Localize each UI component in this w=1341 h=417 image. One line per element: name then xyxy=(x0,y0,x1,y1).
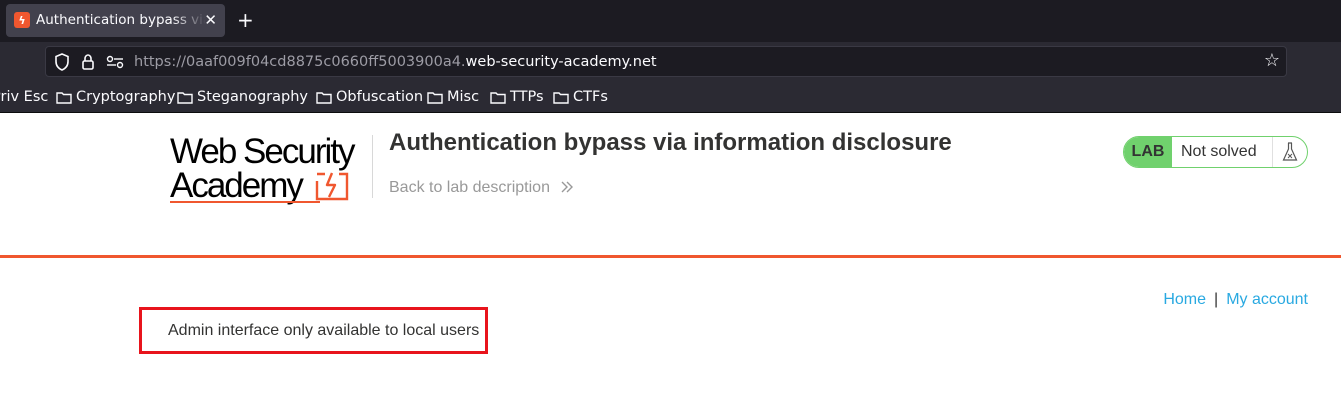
shield-icon[interactable] xyxy=(54,53,70,71)
folder-icon xyxy=(427,91,443,104)
bookmark-label: Cryptography xyxy=(76,89,176,105)
bookmark-label: Priv Esc xyxy=(0,89,49,105)
browser-nav-bar: https://0aaf009f04cd8875c0660ff5003900a4… xyxy=(0,42,1341,82)
my-account-link[interactable]: My account xyxy=(1226,291,1308,308)
lightning-favicon-icon: ϟ xyxy=(14,12,30,28)
lab-title: Authentication bypass via information di… xyxy=(389,129,952,156)
url-subdomain: https://0aaf009f04cd8875c0660ff5003900a4… xyxy=(134,54,466,70)
header-divider xyxy=(372,135,373,198)
bookmark-label: Obfuscation xyxy=(336,89,424,105)
flask-icon xyxy=(1272,137,1307,167)
folder-icon xyxy=(56,91,72,104)
bookmark-label: Steganography xyxy=(197,89,308,105)
top-nav: Home | My account xyxy=(1163,290,1308,310)
bookmark-folder-misc[interactable]: Misc xyxy=(427,88,479,106)
lab-status-widget: LAB Not solved xyxy=(1123,136,1308,168)
admin-access-message: Admin interface only available to local … xyxy=(168,322,480,339)
browser-tab-strip: ϟ Authentication bypass via information … xyxy=(0,0,1341,42)
lock-icon[interactable] xyxy=(81,53,95,71)
bookmark-folder-obfuscation[interactable]: Obfuscation xyxy=(316,88,423,106)
bookmark-label: CTFs xyxy=(573,89,608,105)
home-link[interactable]: Home xyxy=(1163,291,1206,308)
bookmark-folder-steganography[interactable]: Steganography xyxy=(177,88,308,106)
logo-underline xyxy=(170,201,320,203)
bookmark-folder-ctfs[interactable]: CTFs xyxy=(553,88,608,106)
bookmark-folder-cryptography[interactable]: Cryptography xyxy=(56,88,175,106)
tab-title: Authentication bypass via information di… xyxy=(36,12,206,28)
bookmark-star-icon[interactable]: ☆ xyxy=(1264,51,1280,71)
folder-icon xyxy=(553,91,569,104)
bookmark-folder-ttps[interactable]: TTPs xyxy=(490,88,544,106)
page-content: Web Security Academy Authentication bypa… xyxy=(0,113,1341,417)
nav-separator: | xyxy=(1214,291,1219,308)
lightning-bolt-icon xyxy=(315,172,349,201)
close-tab-icon[interactable]: ✕ xyxy=(204,11,217,29)
folder-icon xyxy=(316,91,332,104)
double-chevron-right-icon xyxy=(561,181,574,193)
browser-tab[interactable]: ϟ Authentication bypass via information … xyxy=(6,4,225,37)
back-to-lab-description-link[interactable]: Back to lab description xyxy=(389,178,574,198)
permissions-icon[interactable] xyxy=(106,55,124,69)
bookmark-priv-esc[interactable]: Priv Esc xyxy=(0,88,48,106)
back-link-label: Back to lab description xyxy=(389,179,550,196)
url-domain: web-security-academy.net xyxy=(465,54,657,70)
folder-icon xyxy=(177,91,193,104)
header-orange-rule xyxy=(0,255,1341,258)
web-security-academy-logo[interactable]: Web Security Academy xyxy=(170,133,370,205)
url-bar[interactable]: https://0aaf009f04cd8875c0660ff5003900a4… xyxy=(45,46,1287,77)
lab-badge: LAB xyxy=(1124,137,1172,167)
new-tab-icon[interactable]: + xyxy=(237,8,254,32)
lab-status-text: Not solved xyxy=(1181,143,1257,160)
logo-line-2: Academy xyxy=(170,166,304,205)
bookmark-label: TTPs xyxy=(510,89,544,105)
bookmark-label: Misc xyxy=(447,89,480,105)
url-text[interactable]: https://0aaf009f04cd8875c0660ff5003900a4… xyxy=(134,54,657,71)
folder-icon xyxy=(490,91,506,104)
bookmarks-toolbar: Priv Esc Cryptography Steganography Obfu… xyxy=(0,82,1341,113)
